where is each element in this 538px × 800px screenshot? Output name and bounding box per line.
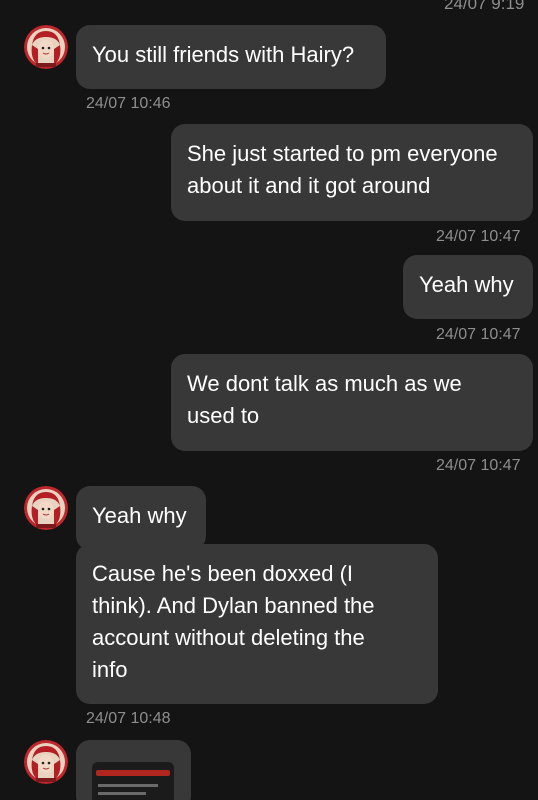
- message-bubble-received[interactable]: You still friends with Hairy?: [76, 25, 386, 89]
- contact-avatar[interactable]: [24, 486, 68, 530]
- message-timestamp: 24/07 10:47: [436, 457, 521, 474]
- screenshot-header-bar: [96, 770, 170, 776]
- chat-thread: 24/07 9:19 You still friends with Hairy?…: [0, 0, 538, 800]
- contact-avatar[interactable]: [24, 25, 68, 69]
- message-timestamp: 24/07 10:46: [86, 95, 171, 112]
- message-bubble-received[interactable]: Yeah why: [76, 486, 206, 550]
- top-timestamp: 24/07 9:19: [444, 0, 525, 13]
- message-bubble-received[interactable]: Cause he's been doxxed (I think). And Dy…: [76, 544, 438, 704]
- message-bubble-sent[interactable]: We dont talk as much as we used to: [171, 354, 533, 451]
- message-timestamp: 24/07 10:48: [86, 710, 171, 727]
- avatar-icon: [24, 740, 68, 784]
- message-text: Cause he's been doxxed (I think). And Dy…: [92, 561, 375, 682]
- message-bubble-sent[interactable]: Yeah why: [403, 255, 533, 319]
- message-timestamp: 24/07 10:47: [436, 228, 521, 245]
- image-attachment-thumbnail[interactable]: [76, 740, 191, 800]
- screenshot-text-line: [98, 784, 158, 787]
- contact-avatar[interactable]: [24, 740, 68, 784]
- message-text: Yeah why: [92, 503, 187, 528]
- message-text: Yeah why: [419, 272, 514, 297]
- message-text: You still friends with Hairy?: [92, 42, 355, 67]
- message-text: She just started to pm everyone about it…: [187, 141, 498, 198]
- message-timestamp: 24/07 10:47: [436, 326, 521, 343]
- message-bubble-sent[interactable]: She just started to pm everyone about it…: [171, 124, 533, 221]
- avatar-icon: [24, 486, 68, 530]
- message-text: We dont talk as much as we used to: [187, 371, 462, 428]
- screenshot-text-line: [98, 792, 146, 795]
- avatar-icon: [24, 25, 68, 69]
